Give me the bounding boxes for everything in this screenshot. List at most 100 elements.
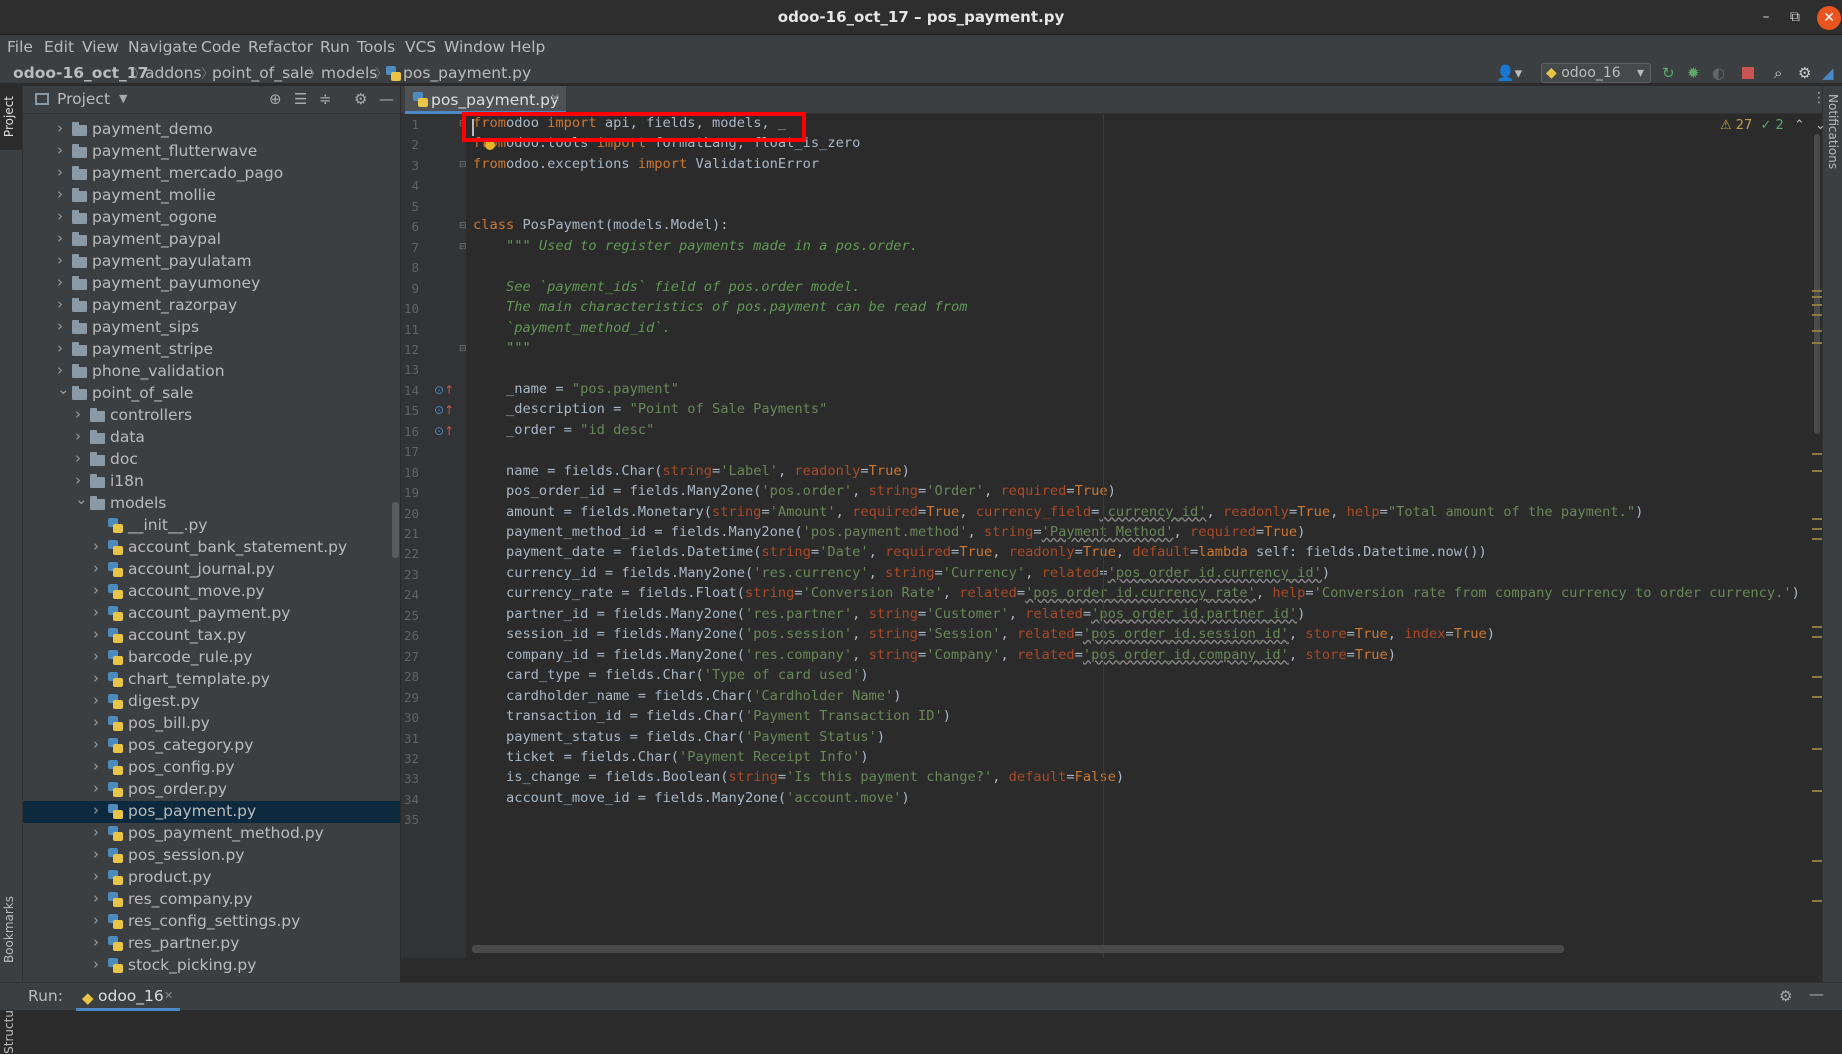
expand-all-icon[interactable]: ☰: [294, 90, 307, 108]
warning-marker[interactable]: [1812, 470, 1822, 472]
code-line[interactable]: session_id = fields.Many2one('pos.sessio…: [473, 626, 1495, 642]
code-line[interactable]: payment_method_id = fields.Many2one('pos…: [473, 524, 1305, 540]
tree-item[interactable]: › data: [23, 427, 400, 449]
overrides-icon[interactable]: ⊙↑: [434, 403, 454, 417]
locate-icon[interactable]: ⊕: [269, 90, 282, 108]
code-line[interactable]: _order = "id desc": [473, 422, 654, 438]
tree-item[interactable]: › controllers: [23, 405, 400, 427]
close-window-button[interactable]: ✕: [1817, 6, 1841, 30]
chevron-right-icon[interactable]: ›: [57, 119, 63, 137]
maximize-button[interactable]: ⧉: [1781, 0, 1809, 35]
warning-marker[interactable]: [1812, 453, 1822, 455]
run-configuration-select[interactable]: ◆ odoo_16 ▾: [1541, 63, 1651, 83]
breadcrumb-project[interactable]: odoo-16_oct_17: [13, 64, 148, 82]
chevron-right-icon[interactable]: ›: [93, 735, 99, 753]
chevron-right-icon[interactable]: ›: [93, 779, 99, 797]
close-tab-icon[interactable]: ✕: [550, 91, 560, 105]
warning-marker[interactable]: [1812, 860, 1822, 862]
tree-item[interactable]: › payment_ogone: [23, 207, 400, 229]
chevron-right-icon[interactable]: ›: [93, 691, 99, 709]
tree-item[interactable]: › payment_payulatam: [23, 251, 400, 273]
tree-item[interactable]: › chart_template.py: [23, 669, 400, 691]
settings-icon[interactable]: ⚙: [1798, 64, 1811, 82]
tree-item[interactable]: › payment_stripe: [23, 339, 400, 361]
tree-item[interactable]: › payment_payumoney: [23, 273, 400, 295]
chevron-right-icon[interactable]: ›: [75, 449, 81, 467]
project-panel-title[interactable]: Project: [57, 90, 110, 108]
tree-item[interactable]: › phone_validation: [23, 361, 400, 383]
code-line[interactable]: pos_order_id = fields.Many2one('pos.orde…: [473, 483, 1116, 499]
chevron-right-icon[interactable]: ›: [57, 361, 63, 379]
chevron-right-icon[interactable]: ›: [57, 317, 63, 335]
debug-icon[interactable]: ✹: [1687, 64, 1700, 82]
breadcrumb-models[interactable]: models: [321, 64, 377, 82]
hide-icon[interactable]: —: [1809, 985, 1824, 1003]
breadcrumb-point-of-sale[interactable]: point_of_sale: [212, 64, 313, 82]
chevron-right-icon[interactable]: ›: [93, 933, 99, 951]
warning-marker[interactable]: [1812, 528, 1822, 530]
warning-marker[interactable]: [1812, 538, 1822, 540]
code-line[interactable]: name = fields.Char(string='Label', reado…: [473, 463, 910, 479]
tree-item[interactable]: › payment_razorpay: [23, 295, 400, 317]
stop-icon[interactable]: [1742, 67, 1754, 79]
editor-vertical-scrollbar[interactable]: [1814, 134, 1820, 434]
tree-item[interactable]: __init__.py: [23, 515, 400, 537]
menu-code[interactable]: Code: [201, 38, 241, 56]
tree-item[interactable]: › res_company.py: [23, 889, 400, 911]
rerun-icon[interactable]: ↻: [1662, 64, 1675, 82]
tree-item[interactable]: › barcode_rule.py: [23, 647, 400, 669]
menu-view[interactable]: View: [82, 38, 119, 56]
chevron-right-icon[interactable]: ›: [57, 185, 63, 203]
tree-item[interactable]: › res_config_settings.py: [23, 911, 400, 933]
tree-item[interactable]: › payment_paypal: [23, 229, 400, 251]
chevron-right-icon[interactable]: ›: [57, 207, 63, 225]
tree-item[interactable]: › account_move.py: [23, 581, 400, 603]
code-line[interactable]: fromodoo.exceptions import ValidationErr…: [473, 156, 819, 172]
chevron-right-icon[interactable]: ›: [57, 295, 63, 313]
chevron-right-icon[interactable]: ›: [93, 823, 99, 841]
warning-marker[interactable]: [1812, 314, 1822, 316]
chevron-right-icon[interactable]: ›: [75, 427, 81, 445]
search-icon[interactable]: ⌕: [1774, 64, 1782, 82]
hide-icon[interactable]: —: [379, 90, 394, 108]
code-line[interactable]: card_type = fields.Char('Type of card us…: [473, 667, 869, 683]
chevron-right-icon[interactable]: ›: [57, 339, 63, 357]
menu-refactor[interactable]: Refactor: [248, 38, 313, 56]
plugin-icon[interactable]: ◢: [1822, 64, 1834, 82]
next-highlight-icon[interactable]: ⌄: [1815, 118, 1826, 133]
tree-item[interactable]: › account_journal.py: [23, 559, 400, 581]
tree-item[interactable]: › pos_bill.py: [23, 713, 400, 735]
fold-icon[interactable]: ⊟: [459, 242, 467, 252]
tree-item[interactable]: › account_bank_statement.py: [23, 537, 400, 559]
warnings-count[interactable]: ⚠ 27: [1720, 118, 1752, 133]
menu-tools[interactable]: Tools: [357, 38, 395, 56]
code-line[interactable]: company_id = fields.Many2one('res.compan…: [473, 647, 1396, 663]
warning-marker[interactable]: [1812, 296, 1822, 298]
tree-item[interactable]: › payment_mollie: [23, 185, 400, 207]
tree-item[interactable]: › payment_demo: [23, 119, 400, 141]
overrides-icon[interactable]: ⊙↑: [434, 424, 454, 438]
warning-marker[interactable]: [1812, 330, 1822, 332]
tree-item[interactable]: › doc: [23, 449, 400, 471]
fold-icon[interactable]: ⊟: [459, 160, 467, 170]
tree-item[interactable]: › account_payment.py: [23, 603, 400, 625]
gear-icon[interactable]: ⚙: [1779, 987, 1792, 1005]
menu-file[interactable]: File: [7, 38, 33, 56]
code-editor[interactable]: 1 2 3 4 5 6 7 8 9 10 11 12 13 14 15 16 17 18 19 20 21 22 23 24 2…: [401, 114, 1822, 958]
menu-vcs[interactable]: VCS: [405, 38, 436, 56]
typos-count[interactable]: ✓ 2: [1760, 118, 1783, 133]
chevron-right-icon[interactable]: ›: [93, 669, 99, 687]
warning-marker[interactable]: [1812, 900, 1822, 902]
code-line[interactable]: The main characteristics of pos.payment …: [473, 299, 967, 315]
code-line[interactable]: is_change = fields.Boolean(string='Is th…: [473, 769, 1124, 785]
tree-item[interactable]: › pos_session.py: [23, 845, 400, 867]
warning-marker[interactable]: [1812, 290, 1822, 292]
menu-help[interactable]: Help: [510, 38, 545, 56]
tree-item[interactable]: › pos_payment_method.py: [23, 823, 400, 845]
tree-item[interactable]: › res_partner.py: [23, 933, 400, 955]
chevron-right-icon[interactable]: ›: [93, 713, 99, 731]
tree-item[interactable]: › pos_config.py: [23, 757, 400, 779]
menu-window[interactable]: Window: [444, 38, 505, 56]
tree-item[interactable]: › pos_order.py: [23, 779, 400, 801]
code-line[interactable]: transaction_id = fields.Char('Payment Tr…: [473, 708, 951, 724]
